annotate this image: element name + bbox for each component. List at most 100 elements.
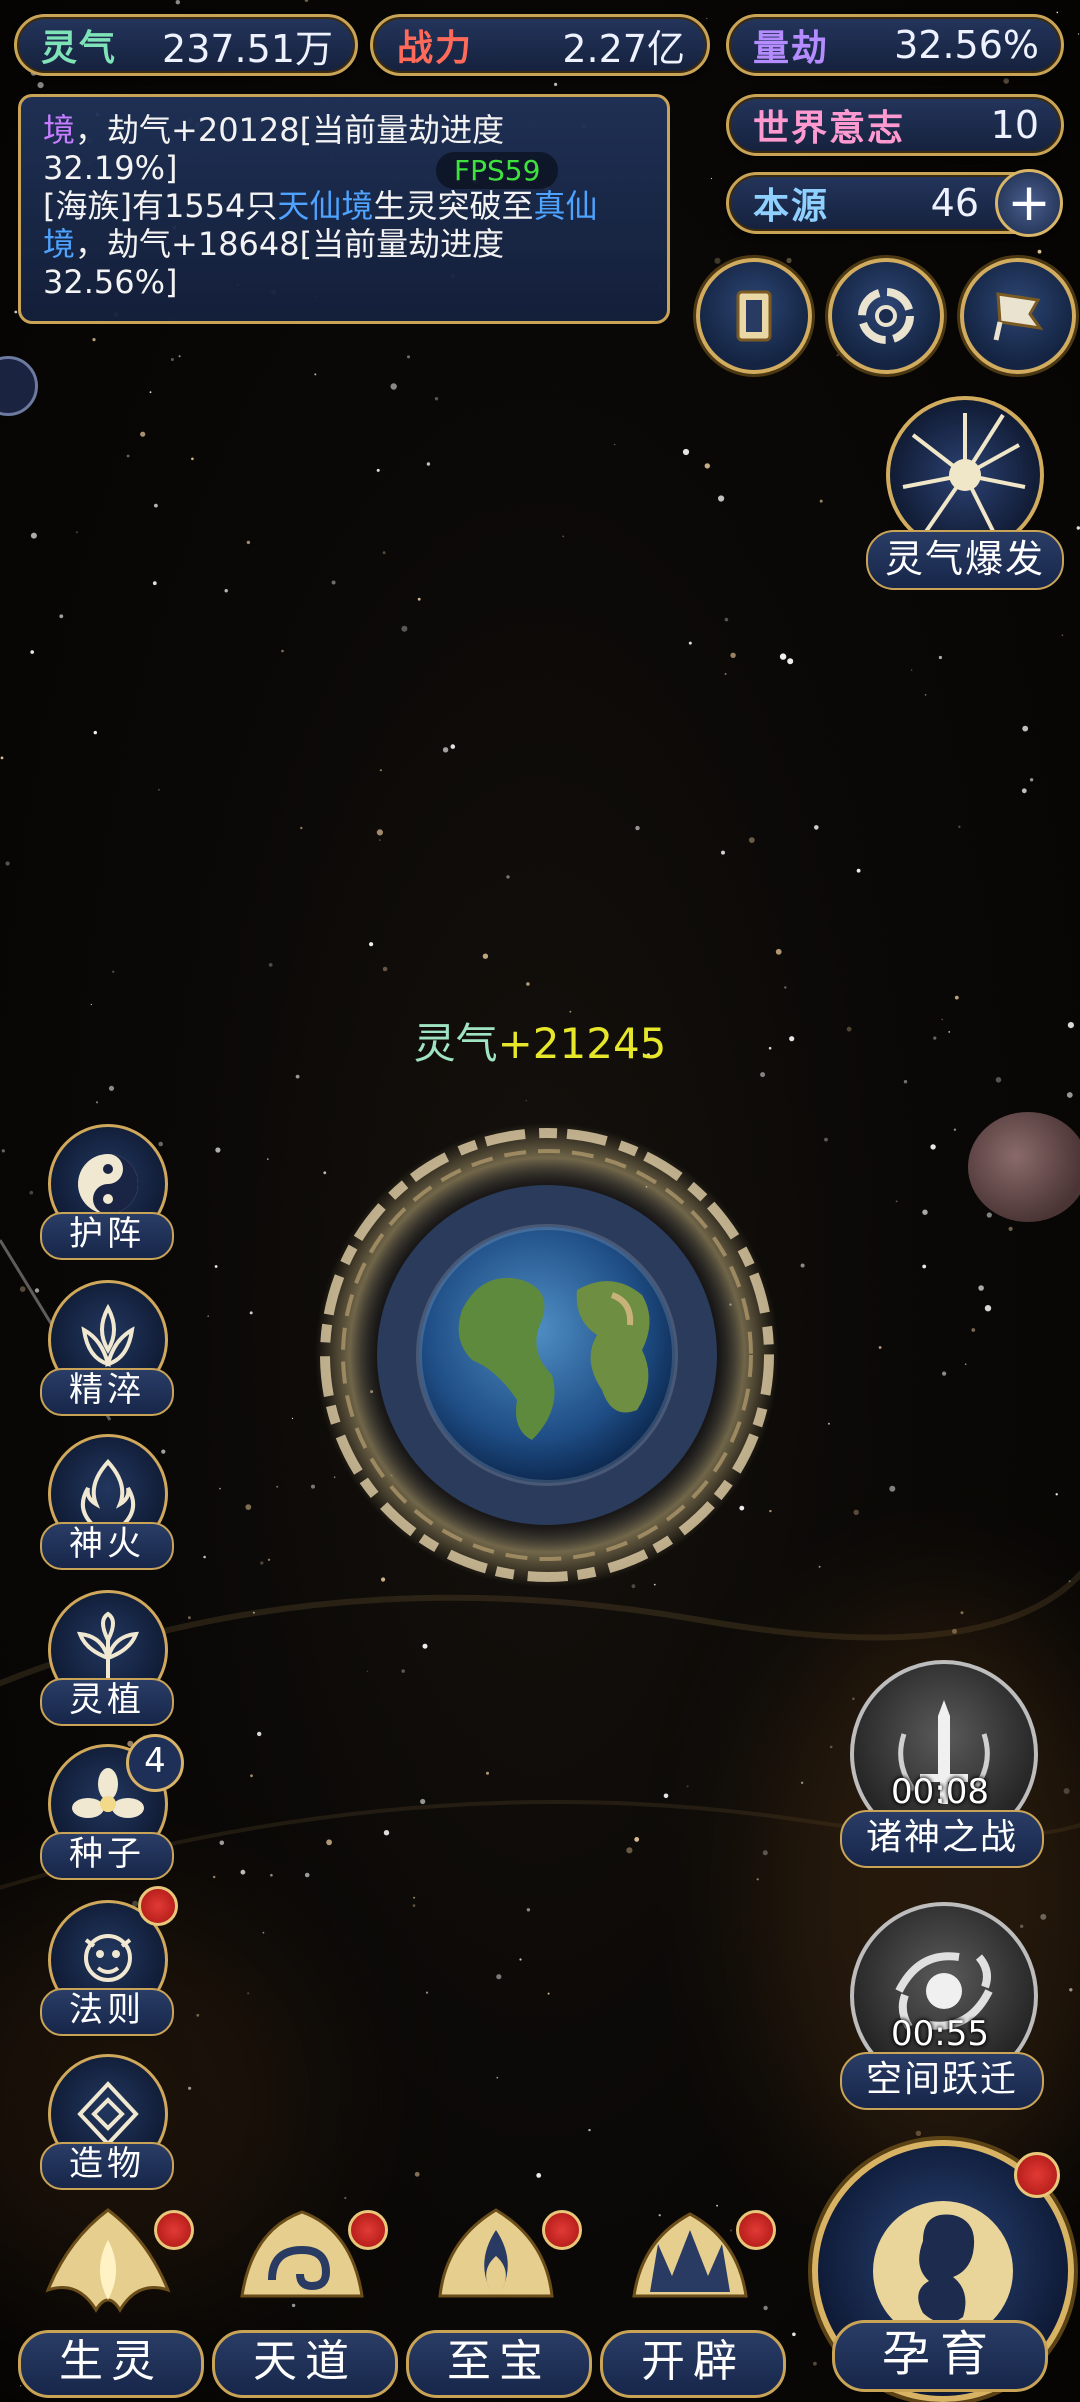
star — [92, 338, 96, 342]
vortex-icon-button[interactable] — [828, 258, 944, 374]
vortex-icon — [858, 288, 914, 344]
star — [276, 1485, 279, 1488]
star — [760, 1072, 766, 1078]
lingqi-gain-popup: 灵气+21245 — [0, 1010, 1080, 1071]
nav-label: 开辟 — [600, 2330, 786, 2398]
star — [108, 1085, 115, 1091]
star — [34, 1288, 40, 1293]
star — [895, 1200, 898, 1203]
star — [257, 1731, 262, 1737]
nav-genesis[interactable]: 开辟 — [600, 2200, 786, 2398]
star — [219, 1840, 225, 1846]
star — [724, 617, 729, 622]
star — [191, 457, 194, 461]
star — [249, 1311, 253, 1315]
star — [379, 769, 382, 772]
nurture-button[interactable]: 孕育 — [812, 2140, 1074, 2402]
star — [1040, 1913, 1047, 1920]
seeds-count-badge: 4 — [126, 1734, 184, 1792]
side-collapse-button[interactable] — [0, 356, 38, 416]
origin-stat[interactable]: 本源 46 + — [726, 169, 1063, 237]
origin-label: 本源 — [753, 186, 830, 227]
nav-notification-dot — [736, 2210, 776, 2250]
log-line: 境，劫气+18648[当前量劫进度 — [43, 225, 645, 263]
planet-world[interactable] — [312, 1120, 782, 1590]
star — [196, 2013, 200, 2017]
star — [635, 825, 640, 831]
flag-icon-button[interactable] — [960, 258, 1076, 374]
burst-icon — [902, 413, 1026, 536]
nav-creatures[interactable]: 生灵 — [18, 2200, 204, 2398]
side-menu-creation[interactable]: 造物 — [40, 2054, 174, 2190]
side-menu-defense-formation[interactable]: 护阵 — [40, 1124, 174, 1260]
lingqi-burst-button[interactable]: 灵气爆发 — [866, 396, 1064, 592]
star — [203, 1555, 206, 1559]
star — [519, 1958, 522, 1961]
star — [787, 658, 794, 665]
lingqi-label: 灵气 — [41, 28, 118, 69]
star — [401, 625, 408, 632]
star — [915, 2130, 922, 2136]
zhanli-value: 2.27亿 — [562, 26, 685, 71]
side-menu-seeds[interactable]: 4 种子 — [40, 1734, 184, 1880]
side-menu-laws[interactable]: 法则 — [40, 1886, 178, 2036]
star — [1, 1149, 5, 1153]
star — [247, 1992, 250, 1995]
liangjie-stat[interactable]: 量劫 32.56% — [726, 14, 1064, 76]
side-menu-refine[interactable]: 精淬 — [40, 1280, 174, 1416]
side-menu-label: 神火 — [40, 1522, 174, 1570]
star — [1003, 78, 1009, 84]
yin-yang-icon — [78, 1154, 138, 1214]
star — [417, 597, 421, 601]
star — [718, 495, 725, 502]
star — [910, 669, 913, 671]
star — [853, 1509, 859, 1516]
fps-counter: FPS59 — [436, 152, 559, 189]
lingqi-value: 237.51万 — [162, 26, 333, 71]
zhanli-stat[interactable]: 战力 2.27亿 — [370, 14, 710, 76]
star — [792, 2332, 796, 2337]
event-gods-war[interactable]: 00:08 诸神之战 — [840, 1660, 1044, 1870]
star — [95, 1101, 99, 1104]
star — [1063, 1788, 1070, 1794]
star — [281, 649, 284, 653]
star — [383, 1830, 390, 1836]
side-menu-label: 种子 — [40, 1832, 174, 1880]
asteroid-rock[interactable] — [968, 1112, 1080, 1222]
star — [710, 177, 713, 180]
star — [960, 1611, 964, 1615]
world-will-stat[interactable]: 世界意志 10 — [726, 94, 1064, 156]
lingqi-stat[interactable]: 灵气 237.51万 — [14, 14, 358, 76]
nav-heavenly-dao[interactable]: 天道 — [212, 2200, 398, 2398]
side-menu-divine-fire[interactable]: 神火 — [40, 1434, 174, 1570]
star — [784, 986, 787, 989]
star — [903, 1080, 908, 1084]
star — [588, 2128, 591, 2132]
nav-treasures[interactable]: 至宝 — [406, 2200, 592, 2398]
origin-add-button[interactable]: + — [995, 169, 1063, 237]
star — [30, 532, 37, 539]
nav-label: 生灵 — [18, 2330, 204, 2398]
star — [704, 463, 710, 469]
star — [613, 443, 616, 446]
star — [836, 354, 839, 357]
star — [224, 589, 228, 593]
star — [829, 1745, 833, 1749]
star — [158, 788, 160, 791]
star — [376, 468, 380, 472]
star — [29, 1190, 34, 1195]
star — [1077, 33, 1080, 35]
star — [756, 1878, 759, 1881]
star — [379, 839, 381, 841]
side-menu-spirit-plants[interactable]: 灵植 — [40, 1590, 174, 1726]
star — [547, 1992, 550, 1995]
star — [412, 1904, 416, 1907]
star — [482, 953, 489, 959]
star — [762, 1850, 768, 1856]
event-label: 空间跃迁 — [840, 2052, 1044, 2110]
nurture-label: 孕育 — [832, 2320, 1048, 2392]
star — [331, 580, 336, 585]
event-space-jump[interactable]: 00:55 空间跃迁 — [840, 1902, 1044, 2112]
scroll-icon-button[interactable] — [696, 258, 812, 374]
star — [953, 1128, 957, 1131]
